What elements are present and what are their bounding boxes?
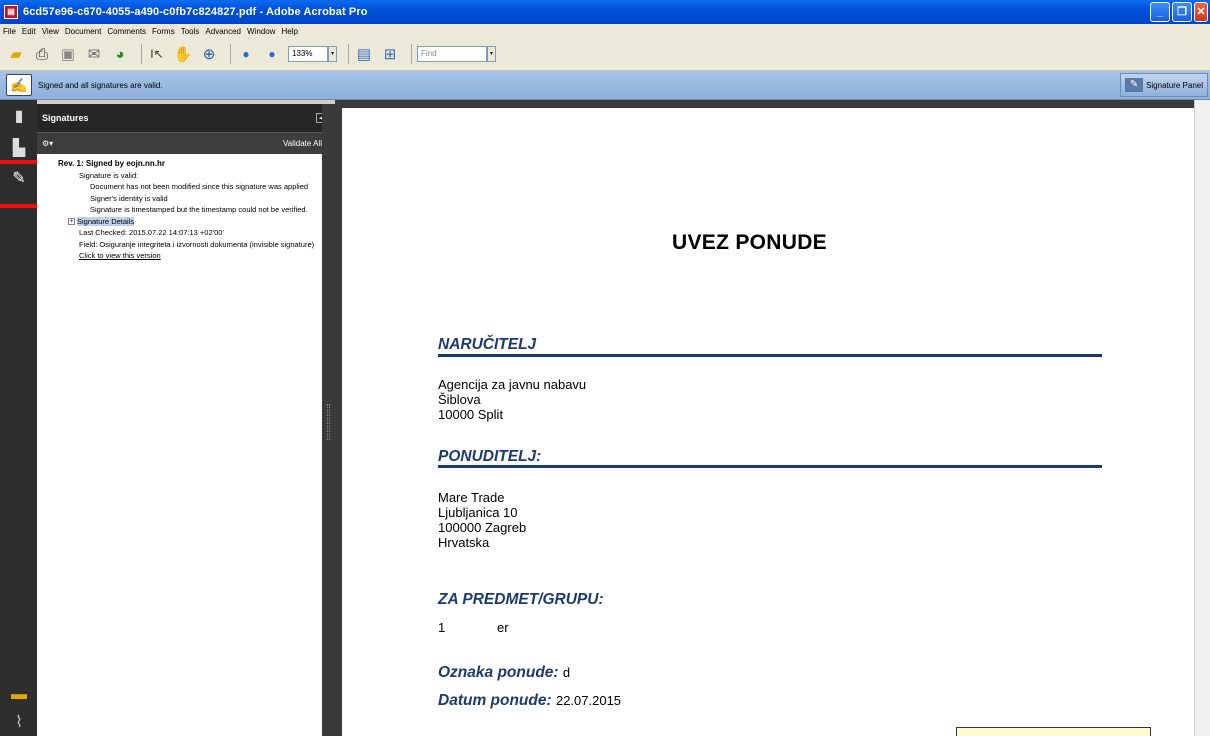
toolbar-divider: [348, 44, 349, 64]
save-icon[interactable]: ▣: [58, 44, 78, 64]
comments-icon[interactable]: ▬: [8, 684, 30, 706]
address-line: Ljubljanica 10: [438, 505, 518, 520]
menu-file[interactable]: File: [3, 27, 16, 36]
menu-help[interactable]: Help: [281, 27, 297, 36]
options-gear-icon[interactable]: ⚙▾: [42, 139, 53, 148]
select-tool-icon[interactable]: I↖: [147, 44, 167, 64]
validate-all-button[interactable]: Validate All: [283, 139, 322, 148]
signature-details-label: Signature Details: [77, 216, 135, 226]
find-dropdown-icon[interactable]: ▾: [487, 46, 496, 62]
zoom-in-icon[interactable]: ●: [262, 44, 282, 64]
signature-details-node[interactable]: + Signature Details: [37, 216, 330, 228]
signature-field: Field: Osiguranje integriteta i izvornos…: [79, 239, 315, 249]
address-line: 10000 Split: [438, 407, 504, 422]
document-title: UVEZ PONUDE: [672, 231, 827, 254]
address-line: 100000 Zagreb: [438, 520, 527, 535]
signature-status: Signature is valid:: [79, 170, 139, 180]
fit-page-icon[interactable]: ▤: [354, 44, 374, 64]
narucitelj-heading: NARUČITELJ: [438, 336, 537, 353]
pdf-page: UVEZ PONUDE NARUČITELJ Agencija za javnu…: [342, 108, 1194, 736]
share-icon[interactable]: ◕: [110, 44, 130, 64]
signature-tree: Rev. 1: Signed by eojn.nn.hr Signature i…: [37, 154, 330, 262]
minimize-button[interactable]: _: [1150, 2, 1170, 22]
title-bar: ▤ 6cd57e96-c670-4055-a490-c0fb7c824827.p…: [0, 0, 1210, 24]
signature-pen-icon: ✎: [1125, 78, 1144, 92]
toolbar-divider: [411, 44, 412, 64]
signature-detail: Signer's identity is valid: [90, 193, 168, 203]
toolbar: ▰ ⎙ ▣ ✉ ◕ I↖ ✋ ⊕ ● ● 133% ▾ ▤ ⊞ Find ▾: [0, 38, 1210, 71]
zoom-out-icon[interactable]: ●: [236, 44, 256, 64]
menu-tools[interactable]: Tools: [181, 27, 200, 36]
zoom-tool-icon[interactable]: ⊕: [199, 44, 219, 64]
signature-message-bar: ✍ Signed and all signatures are valid. ✎…: [0, 71, 1210, 100]
expand-icon[interactable]: +: [68, 218, 75, 226]
predmet-heading: ZA PREDMET/GRUPU:: [438, 591, 604, 608]
vertical-scrollbar[interactable]: [1194, 100, 1210, 736]
hand-tool-icon[interactable]: ✋: [173, 44, 193, 64]
toolbar-divider: [141, 44, 142, 64]
datum-label: Datum ponude:: [438, 692, 552, 709]
toolbar-divider: [230, 44, 231, 64]
address-line: Agencija za javnu nabavu: [438, 377, 587, 392]
fit-width-icon[interactable]: ⊞: [380, 44, 400, 64]
oznaka-ponude: Oznaka ponude: d: [438, 664, 570, 682]
splitter-grip[interactable]: [327, 404, 330, 440]
address-line: Mare Trade: [438, 490, 505, 505]
document-viewer: UVEZ PONUDE NARUČITELJ Agencija za javnu…: [335, 100, 1210, 736]
pages-icon[interactable]: ▮: [8, 106, 30, 128]
panel-title: Signatures: [42, 113, 89, 123]
last-checked: Last Checked: 2015.07.22 14:07:13 +02'00…: [79, 228, 224, 237]
signature-status-message: Signed and all signatures are valid.: [38, 80, 163, 90]
menu-edit[interactable]: Edit: [22, 27, 36, 36]
revision-item[interactable]: Rev. 1: Signed by eojn.nn.hr: [37, 158, 330, 170]
print-icon[interactable]: ⎙: [32, 44, 52, 64]
maximize-button[interactable]: ❐: [1172, 2, 1192, 22]
signature-panel-button[interactable]: ✎ Signature Panel: [1120, 73, 1208, 97]
narucitelj-address: Agencija za javnu nabavu Šiblova 10000 S…: [438, 377, 586, 422]
window-title: 6cd57e96-c670-4055-a490-c0fb7c824827.pdf…: [23, 6, 368, 18]
menu-view[interactable]: View: [42, 27, 59, 36]
menu-comments[interactable]: Comments: [107, 27, 146, 36]
view-version-link[interactable]: Click to view this version: [37, 250, 330, 262]
oznaka-label: Oznaka ponude:: [438, 664, 559, 681]
close-button[interactable]: ✕: [1194, 2, 1208, 22]
panel-splitter[interactable]: [322, 104, 335, 736]
signatures-panel: Signatures ◂ ⚙▾ Validate All Rev. 1: Sig…: [37, 104, 330, 736]
email-icon[interactable]: ✉: [84, 44, 104, 64]
signature-detail: Document has not been modified since thi…: [90, 182, 309, 191]
section-divider: [438, 354, 1102, 357]
menu-advanced[interactable]: Advanced: [205, 27, 241, 36]
attachments-icon[interactable]: ⌇: [8, 712, 30, 734]
predmet-name: er: [497, 620, 509, 635]
acrobat-icon: ▤: [4, 5, 18, 19]
menu-document[interactable]: Document: [65, 27, 101, 36]
menu-window[interactable]: Window: [247, 27, 275, 36]
datum-ponude: Datum ponude: 22.07.2015: [438, 692, 621, 710]
window-controls: _ ❐ ✕: [1150, 2, 1208, 22]
signature-detail: Signature is timestamped but the timesta…: [90, 205, 308, 214]
address-line: Šiblova: [438, 392, 481, 407]
datum-value: 22.07.2015: [555, 693, 622, 708]
signature-valid-icon: ✍: [6, 74, 32, 96]
signature-panel-label: Signature Panel: [1146, 80, 1203, 90]
section-divider: [438, 465, 1102, 468]
predmet-number: 1: [438, 620, 446, 635]
revision-label: Rev. 1: Signed by eojn.nn.hr: [58, 159, 165, 168]
menu-forms[interactable]: Forms: [152, 27, 175, 36]
open-folder-icon[interactable]: ▰: [6, 44, 26, 64]
panel-toolbar: ⚙▾ Validate All: [37, 132, 330, 154]
find-input[interactable]: Find: [417, 46, 487, 62]
bookmarks-icon[interactable]: ▙: [8, 138, 30, 160]
menu-bar: File Edit View Document Comments Forms T…: [0, 24, 1210, 38]
zoom-dropdown-icon[interactable]: ▾: [328, 46, 337, 62]
zoom-input[interactable]: 133%: [288, 46, 328, 62]
address-line: Hrvatska: [438, 535, 490, 550]
ponuditelj-heading: PONUDITELJ:: [438, 448, 542, 465]
ponuditelj-address: Mare Trade Ljubljanica 10 100000 Zagreb …: [438, 490, 526, 550]
timestamp-stamp: [956, 727, 1151, 736]
oznaka-value: d: [562, 665, 571, 680]
panel-header: Signatures ◂: [37, 104, 330, 132]
